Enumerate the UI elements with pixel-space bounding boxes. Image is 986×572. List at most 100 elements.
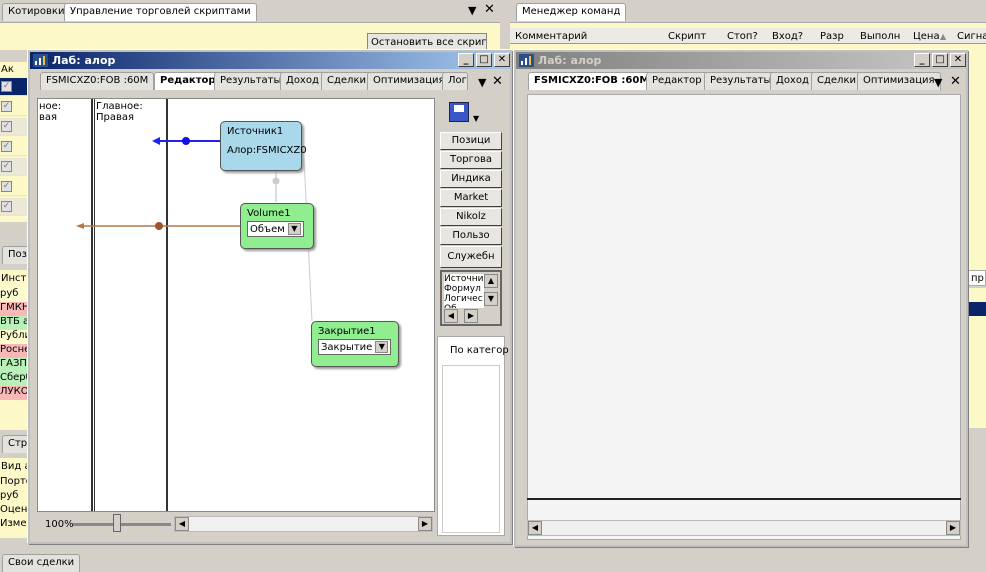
table-row[interactable]: ✓	[0, 158, 28, 176]
title-bar[interactable]: Лаб: алор _ □ ✕	[30, 52, 510, 69]
col-entry[interactable]: Вход?	[772, 31, 803, 42]
palette-nikolz[interactable]: Nikolz	[440, 208, 502, 226]
by-category-button[interactable]: По категор	[450, 345, 509, 356]
pin-icon[interactable]: ▼	[934, 76, 942, 89]
tab-optimization[interactable]: Оптимизация	[857, 72, 941, 90]
list-item[interactable]: ГАЗПР	[0, 358, 28, 372]
chevron-down-icon[interactable]: ▼	[473, 114, 479, 123]
palette-indicators[interactable]: Индика	[440, 170, 502, 188]
scroll-up-icon[interactable]: ▲	[484, 274, 498, 288]
table-row[interactable]: ✓	[0, 138, 28, 156]
col-comment[interactable]: Комментарий	[515, 31, 587, 42]
list-item[interactable]: Росне	[0, 344, 28, 358]
scroll-down-icon[interactable]: ▼	[484, 292, 498, 306]
title-bar[interactable]: Лаб: алор _ □ ✕	[516, 52, 966, 69]
col-allow[interactable]: Разр	[820, 31, 844, 42]
zoom-slider-thumb[interactable]	[113, 514, 121, 532]
list-item[interactable]: Рубли	[0, 330, 28, 344]
list-item[interactable]: Формул	[444, 284, 484, 294]
sort-asc-icon: ▲	[940, 32, 947, 41]
table-row[interactable]: ✓	[0, 78, 28, 96]
palette-user[interactable]: Пользо	[440, 227, 502, 245]
checkbox[interactable]: ✓	[1, 101, 12, 112]
lower-header[interactable]: пр	[968, 270, 986, 286]
close-button[interactable]: ✕	[950, 53, 966, 67]
col-script[interactable]: Скрипт	[668, 31, 706, 42]
close-select[interactable]: Закрытие ▼	[318, 339, 392, 355]
tab-own-trades[interactable]: Свои сделки	[2, 554, 81, 572]
tab-optimization[interactable]: Оптимизация	[367, 72, 451, 90]
scroll-right-icon[interactable]: ▶	[464, 309, 478, 323]
checkbox[interactable]: ✓	[1, 181, 12, 192]
tab-command-manager[interactable]: Менеджер команд	[516, 3, 627, 21]
pin-icon[interactable]: ▼	[478, 76, 486, 89]
list-item[interactable]: Источни	[444, 274, 484, 284]
horizontal-scrollbar[interactable]: ◀ ▶	[174, 516, 433, 532]
tab-editor[interactable]: Редактор	[646, 72, 708, 90]
list-item[interactable]: руб	[0, 288, 28, 302]
scroll-left-icon: ◀	[175, 517, 189, 531]
tab-chart[interactable]: FSMICXZ0:FOB :60M	[40, 72, 155, 90]
list-item[interactable]: Об	[444, 304, 484, 308]
checkbox[interactable]: ✓	[1, 81, 12, 92]
table-row[interactable]: ✓	[0, 98, 28, 116]
tab-income[interactable]: Доход	[770, 72, 815, 90]
table-row[interactable]: ✓	[0, 178, 28, 196]
col-price[interactable]: Цена	[913, 31, 940, 42]
save-icon[interactable]	[449, 102, 469, 122]
checkbox[interactable]: ✓	[1, 141, 12, 152]
checkbox[interactable]: ✓	[1, 161, 12, 172]
stop-all-scripts-button[interactable]: Остановить все скрипты	[367, 33, 487, 51]
tab-chart[interactable]: FSMICXZ0:FOB :60M	[528, 72, 656, 90]
list-item[interactable]: ВТБ а	[0, 316, 28, 330]
tab-log[interactable]: Лог	[442, 72, 468, 90]
list-item[interactable]: руб	[0, 490, 18, 501]
close-button[interactable]: ✕	[494, 53, 510, 67]
col-executed[interactable]: Выполн	[860, 31, 900, 42]
checkbox[interactable]: ✓	[1, 121, 12, 132]
col-signal[interactable]: Сигна	[957, 31, 986, 42]
list-item[interactable]: ГМКН	[0, 302, 28, 316]
close-node[interactable]: Закрытие1 Закрытие ▼	[311, 321, 399, 367]
list-item[interactable]: Сберб	[0, 372, 28, 386]
close-icon[interactable]: ✕	[492, 74, 503, 89]
col-stop[interactable]: Стоп?	[727, 31, 758, 42]
pin-icon[interactable]: ▼	[468, 4, 476, 17]
palette-positions[interactable]: Позици	[440, 132, 502, 150]
editor-canvas[interactable]: ное: вая Главное: Правая Источник1 Алор:…	[37, 98, 435, 512]
close-icon[interactable]: ✕	[484, 2, 495, 17]
maximize-button[interactable]: □	[476, 53, 492, 67]
tab-trades[interactable]: Сделки	[321, 72, 372, 90]
volume-select[interactable]: Объем ▼	[247, 221, 304, 237]
table-row[interactable]: ✓	[0, 198, 28, 216]
minimize-button[interactable]: _	[458, 53, 474, 67]
palette-trading[interactable]: Торгова	[440, 151, 502, 169]
scroll-left-icon[interactable]: ◀	[444, 309, 458, 323]
tab-quotes[interactable]: Котировки	[2, 3, 71, 21]
checkbox[interactable]: ✓	[1, 201, 12, 212]
list-item[interactable]: ЛУКО	[0, 386, 28, 400]
horizontal-scrollbar[interactable]: ◀ ▶	[527, 520, 961, 536]
list-item[interactable]: Логичес	[444, 294, 484, 304]
tab-editor[interactable]: Редактор	[154, 72, 222, 90]
maximize-button[interactable]: □	[932, 53, 948, 67]
volume-node[interactable]: Volume1 Объем ▼	[240, 203, 314, 249]
minimize-button[interactable]: _	[914, 53, 930, 67]
selected-row[interactable]	[968, 302, 986, 316]
tab-results[interactable]: Результаты	[704, 72, 778, 90]
col-type[interactable]: Вид а	[1, 461, 31, 472]
palette-market[interactable]: Market	[440, 189, 502, 207]
chart-area[interactable]	[527, 94, 961, 540]
table-row[interactable]: ✓	[0, 118, 28, 136]
tab-trades[interactable]: Сделки	[811, 72, 862, 90]
tab-script-management[interactable]: Управление торговлей скриптами	[64, 3, 257, 21]
tab-income[interactable]: Доход	[280, 72, 325, 90]
col-active[interactable]: Ак	[1, 64, 14, 75]
zoom-slider[interactable]	[73, 523, 171, 526]
close-icon[interactable]: ✕	[950, 74, 961, 89]
arrow-icon	[152, 137, 160, 145]
source-node[interactable]: Источник1 Алор:FSMICXZ0	[220, 121, 307, 171]
tab-results[interactable]: Результаты	[214, 72, 288, 90]
service-list[interactable]: Источни Формул Логичес Об ▲ ▼ ◀ ▶	[440, 270, 502, 326]
palette-service[interactable]: Служебн	[440, 246, 502, 268]
